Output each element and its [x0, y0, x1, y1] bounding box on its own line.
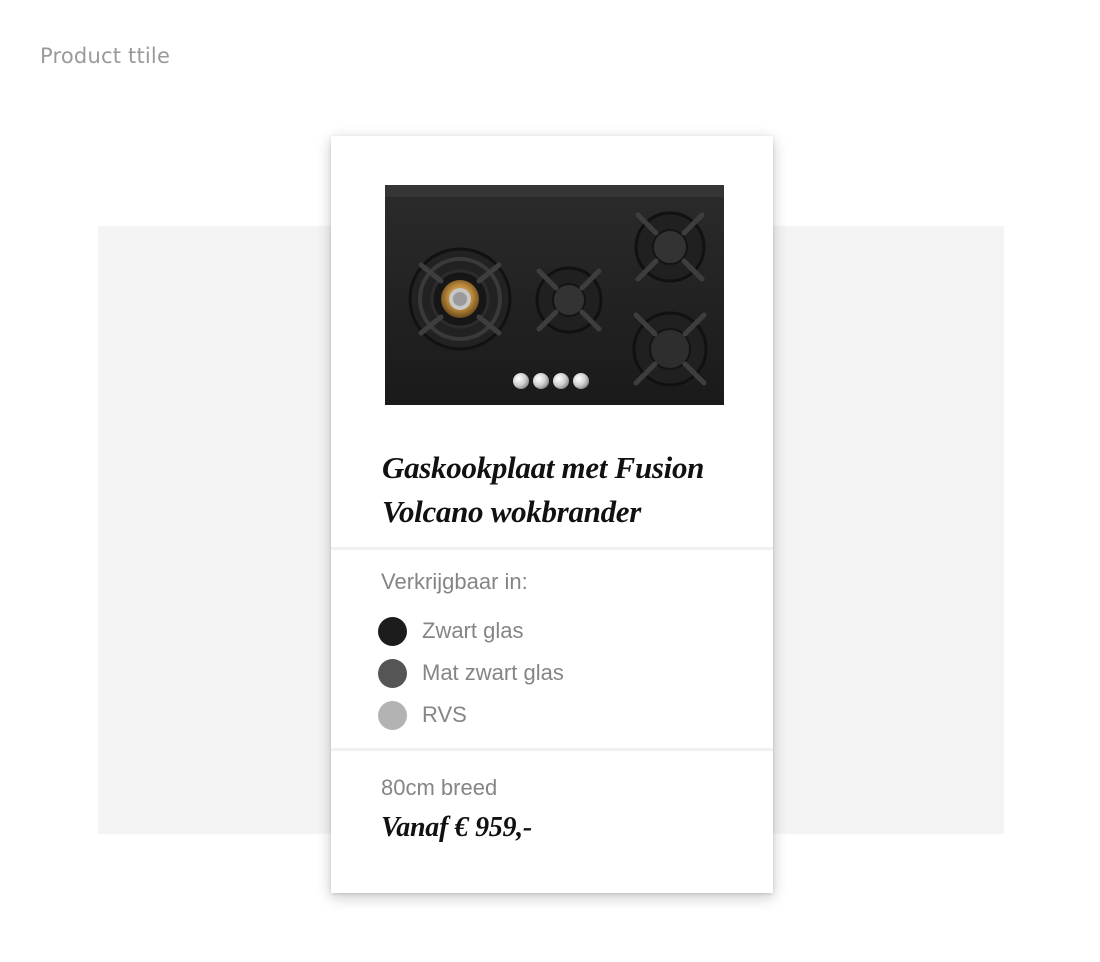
color-swatch[interactable]	[378, 700, 407, 730]
finish-swatch-list: Zwart glas Mat zwart glas RVS	[378, 610, 564, 736]
finish-option-rvs[interactable]: RVS	[378, 694, 564, 736]
finish-label: Mat zwart glas	[422, 660, 564, 685]
product-title[interactable]: Gaskookplaat met Fusion Volcano wokbrand…	[382, 446, 752, 534]
width-label: 80cm breed	[381, 775, 498, 800]
product-card[interactable]: Gaskookplaat met Fusion Volcano wokbrand…	[331, 136, 773, 893]
finish-label: RVS	[422, 702, 467, 727]
page-label: Product ttile	[40, 44, 171, 68]
gas-hob-product-image[interactable]	[385, 185, 724, 405]
availability-label: Verkrijgbaar in:	[381, 569, 528, 594]
section-divider	[331, 748, 773, 751]
finish-option-zwart-glas[interactable]: Zwart glas	[378, 610, 564, 652]
finish-option-mat-zwart-glas[interactable]: Mat zwart glas	[378, 652, 564, 694]
color-swatch[interactable]	[378, 658, 407, 688]
price-label: Vanaf € 959,-	[381, 812, 532, 843]
finish-label: Zwart glas	[422, 618, 524, 643]
section-divider	[331, 547, 773, 550]
color-swatch[interactable]	[378, 616, 407, 646]
